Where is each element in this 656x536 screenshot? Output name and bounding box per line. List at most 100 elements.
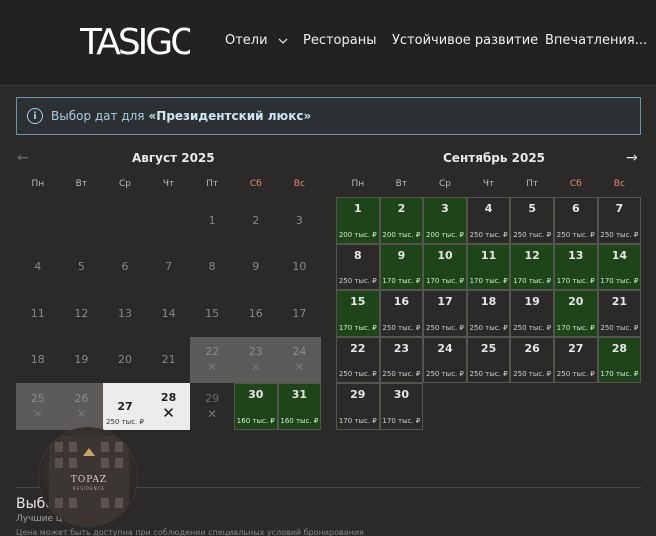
- day-number: 20: [568, 295, 584, 308]
- weekday-label: Сб: [569, 179, 582, 189]
- nav-item-label: Отели: [225, 33, 268, 48]
- day-cell[interactable]: 7 250 тыс. ₽: [597, 197, 642, 244]
- day-cell[interactable]: 11 170 тыс. ₽: [466, 243, 511, 290]
- prev-month-arrow-icon[interactable]: ←: [17, 150, 29, 166]
- day-cell[interactable]: 13 170 тыс. ₽: [553, 243, 598, 290]
- day-cell[interactable]: 23 250 тыс. ₽: [379, 336, 424, 383]
- day-price: 250 тыс. ₽: [600, 323, 639, 332]
- day-cell: 26 ✕: [59, 383, 104, 430]
- day-cell: 12: [60, 290, 104, 337]
- day-cell[interactable]: 3 200 тыс. ₽: [423, 197, 467, 244]
- day-cell[interactable]: 10 170 тыс. ₽: [423, 243, 467, 290]
- day-number: 16: [248, 306, 263, 320]
- nav-item-label: Впечатления...: [545, 33, 648, 48]
- day-number: 27: [568, 341, 584, 355]
- date-selection-notice: i Выбор дат для «Президентский люкс»: [16, 97, 641, 135]
- day-price: 170 тыс. ₽: [600, 277, 639, 285]
- day-cell[interactable]: 17 250 тыс. ₽: [423, 290, 467, 337]
- day-number: 23: [393, 341, 410, 355]
- empty-cell: [16, 197, 60, 244]
- day-cell[interactable]: 24 250 тыс. ₽: [423, 336, 467, 383]
- weekday-label: Сб: [249, 179, 262, 189]
- day-cell[interactable]: 14 170 тыс. ₽: [597, 243, 642, 290]
- day-cell[interactable]: 25 250 тыс. ₽: [466, 336, 511, 383]
- weekday-label: Чт: [162, 179, 175, 189]
- day-price: 250 тыс. ₽: [338, 370, 377, 378]
- day-number: 8: [208, 260, 216, 274]
- nav-item-sustainability[interactable]: Устойчивое развитие: [392, 33, 538, 48]
- day-number: 1: [353, 202, 362, 215]
- day-cell[interactable]: 20 170 тыс. ₽: [553, 290, 598, 337]
- unavailable-x-icon: ✕: [207, 406, 218, 421]
- day-cell: 24 ✕: [277, 336, 322, 383]
- day-price: 160 тыс. ₽: [280, 416, 319, 425]
- day-cell[interactable]: 21 250 тыс. ₽: [597, 290, 642, 337]
- day-number: 29: [350, 388, 366, 401]
- day-cell[interactable]: 30 170 тыс. ₽: [379, 383, 424, 430]
- day-cell[interactable]: 27 250 тыс. ₽: [103, 383, 147, 430]
- day-number: 13: [568, 248, 584, 262]
- day-cell: 8: [190, 244, 234, 291]
- day-price: 170 тыс. ₽: [600, 370, 639, 378]
- day-cell: 1: [190, 197, 234, 244]
- day-cell[interactable]: 16 250 тыс. ₽: [379, 290, 424, 337]
- nav-item-hotels[interactable]: Отели: [225, 33, 288, 48]
- day-price: 250 тыс. ₽: [556, 230, 595, 239]
- day-number: 30: [393, 388, 410, 401]
- weekday-label: Вс: [613, 179, 625, 189]
- day-cell[interactable]: 12 170 тыс. ₽: [510, 243, 554, 290]
- nav-item-restaurants[interactable]: Рестораны: [303, 33, 377, 48]
- unavailable-x-icon: ✕: [250, 360, 261, 375]
- day-cell[interactable]: 26 250 тыс. ₽: [510, 336, 554, 383]
- svg-text:RESIDENCE: RESIDENCE: [73, 486, 105, 491]
- day-price: 250 тыс. ₽: [426, 323, 464, 332]
- nav-item-label: Рестораны: [303, 33, 377, 48]
- day-cell[interactable]: 8 250 тыс. ₽: [336, 243, 380, 290]
- day-cell[interactable]: 19 250 тыс. ₽: [510, 290, 554, 337]
- day-number: 10: [437, 248, 453, 262]
- day-number: 30: [248, 388, 264, 401]
- nav-item-experiences[interactable]: Впечатления...: [545, 33, 647, 48]
- day-cell: 13: [103, 290, 147, 337]
- day-cell: 28 ✕: [146, 383, 191, 430]
- day-number: 28: [611, 341, 628, 355]
- day-cell[interactable]: 15 170 тыс. ₽: [336, 290, 380, 337]
- day-price: 250 тыс. ₽: [556, 370, 595, 378]
- day-cell: 10: [278, 244, 322, 291]
- day-number: 28: [160, 390, 177, 404]
- day-cell[interactable]: 4 250 тыс. ₽: [466, 197, 511, 244]
- day-price: 250 тыс. ₽: [469, 323, 508, 332]
- day-number: 16: [393, 295, 410, 308]
- next-month-arrow-icon[interactable]: →: [626, 150, 638, 166]
- day-cell: 18: [16, 337, 60, 384]
- month-title-august: Август 2025: [132, 151, 215, 165]
- day-cell[interactable]: 27 250 тыс. ₽: [553, 336, 598, 383]
- day-cell[interactable]: 2 200 тыс. ₽: [379, 197, 424, 244]
- day-cell[interactable]: 28 170 тыс. ₽: [597, 336, 642, 383]
- day-cell[interactable]: 31 160 тыс. ₽: [277, 383, 322, 430]
- day-number: 18: [30, 353, 45, 367]
- day-cell: 11: [16, 290, 60, 337]
- day-cell: 7: [147, 244, 191, 291]
- day-cell[interactable]: 29 170 тыс. ₽: [336, 383, 380, 430]
- day-cell[interactable]: 1 200 тыс. ₽: [336, 197, 380, 244]
- day-number: 11: [30, 306, 45, 320]
- day-number: 2: [252, 213, 260, 227]
- unavailable-x-icon: ✕: [207, 360, 218, 375]
- day-cell[interactable]: 30 160 тыс. ₽: [233, 383, 278, 430]
- day-cell[interactable]: 9 170 тыс. ₽: [379, 243, 424, 290]
- day-cell[interactable]: 5 250 тыс. ₽: [510, 197, 554, 244]
- hotel-badge-image[interactable]: TOPAZ RESIDENCE: [38, 427, 138, 527]
- nav-item-label: Устойчивое развитие: [392, 33, 539, 48]
- calendar-grid-september: 1 200 тыс. ₽ 2 200 тыс. ₽ 3 200 тыс. ₽ 4 250 ты…: [336, 197, 642, 430]
- day-number: 10: [292, 260, 307, 274]
- day-cell[interactable]: 18 250 тыс. ₽: [466, 290, 511, 337]
- weekday-label: Пт: [206, 179, 219, 189]
- day-number: 20: [117, 353, 132, 367]
- weekday-header-august: Пн Вт Ср Чт Пт Сб Вс: [16, 179, 321, 189]
- day-cell[interactable]: 22 250 тыс. ₽: [336, 336, 380, 383]
- day-cell: 2: [234, 197, 278, 244]
- day-number: 9: [397, 248, 406, 262]
- day-cell: 14: [147, 290, 191, 337]
- day-cell[interactable]: 6 250 тыс. ₽: [553, 197, 598, 244]
